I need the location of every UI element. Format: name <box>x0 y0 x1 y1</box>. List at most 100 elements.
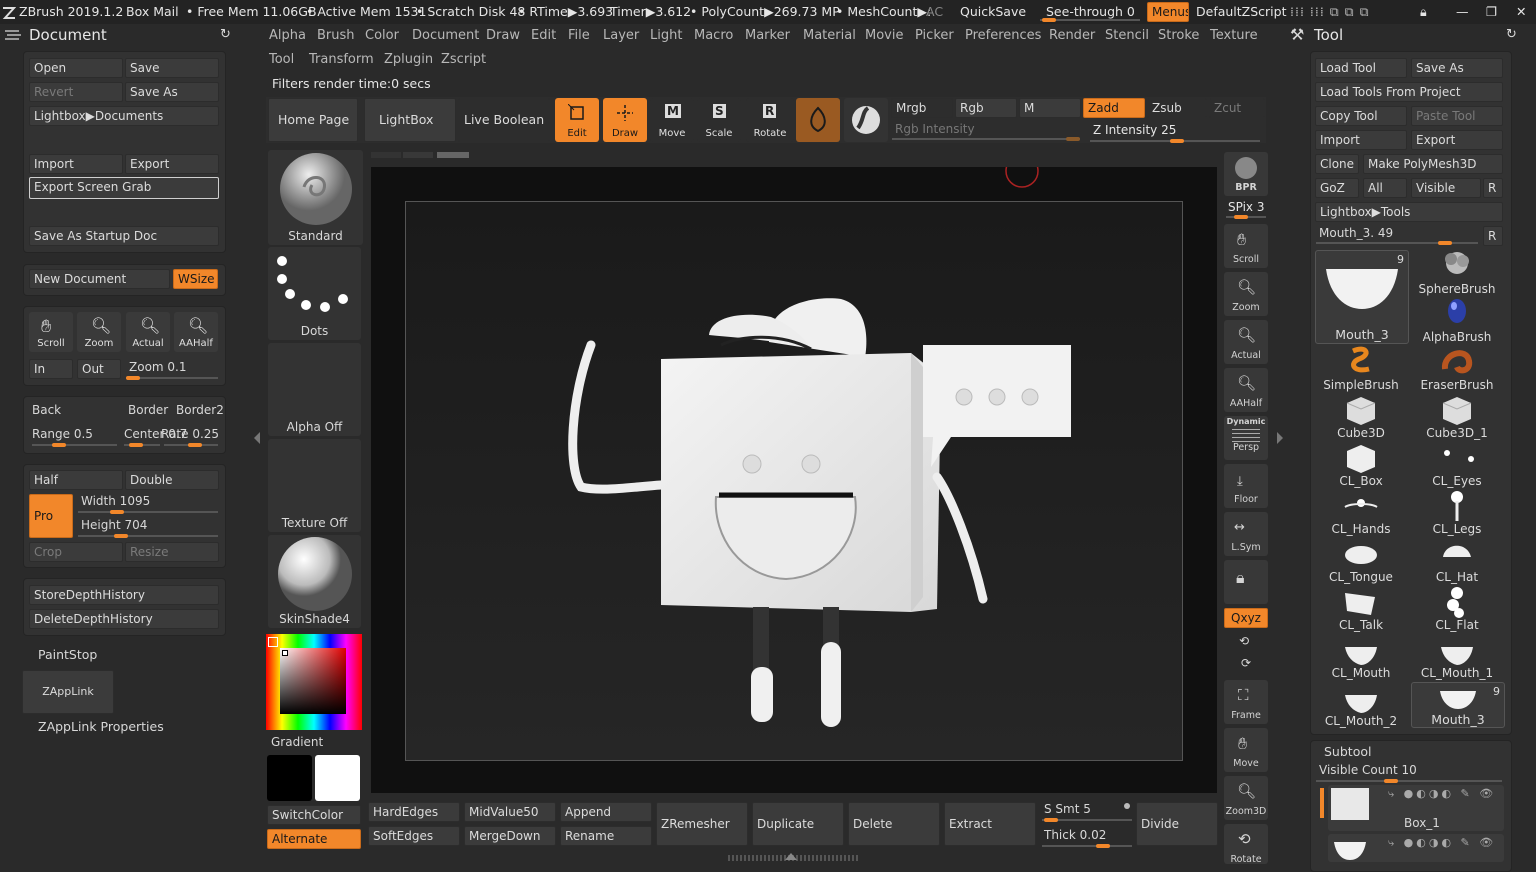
lightbox-tools-button[interactable]: Lightbox▶Tools <box>1315 202 1503 222</box>
width-knob[interactable] <box>110 510 124 514</box>
collapse-left-arrow[interactable] <box>254 432 260 444</box>
quicksave-button[interactable]: QuickSave <box>960 0 1026 24</box>
duplicate-button[interactable]: Duplicate <box>752 802 844 846</box>
lock-icon[interactable]: 🔒︎ <box>1420 0 1427 24</box>
zapplink-button[interactable]: ZAppLink <box>22 670 114 714</box>
frame-button[interactable]: ⛶ Frame <box>1224 680 1268 724</box>
doc-zoom-button[interactable]: 🔍︎ Zoom <box>77 312 121 352</box>
subtool-controls-icons-2[interactable]: ⤷ ●◐◑◐ ✎ 👁︎ <box>1388 836 1496 850</box>
delete-button[interactable]: Delete <box>848 802 940 846</box>
zoom-in-button[interactable]: In <box>29 359 73 379</box>
rename-button[interactable]: Rename <box>560 826 652 846</box>
viewport-tabs[interactable] <box>371 152 469 158</box>
edit-mode-button[interactable]: Edit <box>555 98 599 142</box>
paste-tool-button[interactable]: Paste Tool <box>1411 106 1503 126</box>
border-label[interactable]: Border <box>128 403 168 417</box>
see-through-knob[interactable] <box>1042 18 1056 22</box>
texture-off-button[interactable]: Texture Off <box>268 439 361 532</box>
scroll-view-button[interactable]: ✋︎ Scroll <box>1224 224 1268 268</box>
menu-texture[interactable]: Texture <box>1210 25 1258 47</box>
menu-zscript[interactable]: Zscript <box>441 49 486 71</box>
collapse-right-arrow[interactable] <box>1277 432 1283 444</box>
tool-thumb-eraserbrush[interactable]: EraserBrush <box>1411 346 1503 392</box>
store-depth-history-button[interactable]: StoreDepthHistory <box>29 585 219 605</box>
append-button[interactable]: Append <box>560 802 652 822</box>
default-zscript-button[interactable]: DefaultZScript <box>1196 0 1287 24</box>
minimize-icon[interactable]: — <box>1456 0 1469 24</box>
s-smt-slider[interactable]: S Smt 5 <box>1044 802 1091 816</box>
menu-picker[interactable]: Picker <box>915 25 954 47</box>
goz-all-button[interactable]: All <box>1363 178 1407 198</box>
menu-document[interactable]: Document <box>412 25 479 47</box>
rotate-mode-button[interactable]: R Rotate <box>746 98 794 142</box>
export-screen-grab-button[interactable]: Export Screen Grab <box>29 177 219 199</box>
range-slider[interactable]: Range 0.5 <box>32 427 93 441</box>
rotate-z-icon[interactable]: ⟳ <box>1241 656 1251 670</box>
actual-view-button[interactable]: 🔍︎ Actual <box>1224 320 1268 364</box>
goz-visible-button[interactable]: Visible <box>1411 178 1481 198</box>
zcut-button[interactable]: Zcut <box>1209 98 1265 118</box>
rgb-button[interactable]: Rgb <box>955 98 1017 118</box>
make-polymesh-button[interactable]: Make PolyMesh3D <box>1363 154 1503 174</box>
alternate-button[interactable]: Alternate <box>267 829 361 849</box>
visible-count-knob[interactable] <box>1384 779 1398 783</box>
zoom-out-button[interactable]: Out <box>77 359 121 379</box>
menu-preferences[interactable]: Preferences <box>965 25 1041 47</box>
back-label[interactable]: Back <box>32 403 61 417</box>
standard-brush-button[interactable]: Standard <box>268 150 363 245</box>
tool-selector-slider[interactable]: Mouth_3. 49 <box>1319 226 1393 240</box>
home-page-button[interactable]: Home Page <box>268 98 358 142</box>
menu-tool[interactable]: Tool <box>269 49 294 71</box>
color-marker[interactable] <box>282 650 288 656</box>
subtool-header[interactable]: Subtool <box>1324 744 1371 759</box>
alpha-off-button[interactable]: Alpha Off <box>268 343 361 436</box>
hue-marker[interactable] <box>268 637 278 647</box>
tool-thumb-spherebrush[interactable]: SphereBrush <box>1411 250 1503 296</box>
tool-thumb-cl-box[interactable]: CL_Box <box>1315 442 1407 488</box>
softedges-button[interactable]: SoftEdges <box>368 826 460 846</box>
zadd-button[interactable]: Zadd <box>1083 98 1145 118</box>
secondary-color-swatch[interactable] <box>267 755 312 801</box>
menu-macro[interactable]: Macro <box>694 25 733 47</box>
subtool-item-next[interactable]: ⤷ ●◐◑◐ ✎ 👁︎ <box>1328 834 1504 862</box>
menu-movie[interactable]: Movie <box>865 25 903 47</box>
border2-label[interactable]: Border2 <box>176 403 224 417</box>
divide-button[interactable]: Divide <box>1136 802 1218 846</box>
box-mail-link[interactable]: Box Mail <box>126 0 179 24</box>
z-intensity-slider[interactable]: Z Intensity 25 <box>1093 123 1176 137</box>
transp-lock-button[interactable]: 🔒︎ <box>1224 560 1268 604</box>
tool-thumb-mouth3[interactable]: 9 Mouth_3 <box>1411 682 1505 728</box>
bpr-button[interactable]: BPR <box>1224 152 1268 196</box>
tool-thumb-cl-talk[interactable]: CL_Talk <box>1315 586 1407 632</box>
center-knob[interactable] <box>129 443 143 447</box>
tool-thumb-cl-tongue[interactable]: CL_Tongue <box>1315 538 1407 584</box>
tool-thumb-alphabrush[interactable]: AlphaBrush <box>1411 298 1503 344</box>
revert-button[interactable]: Revert <box>29 82 123 102</box>
new-document-button[interactable]: New Document <box>29 269 170 289</box>
move-mode-button[interactable]: M Move <box>650 98 694 142</box>
hardedges-button[interactable]: HardEdges <box>368 802 460 822</box>
save-as-startup-button[interactable]: Save As Startup Doc <box>29 226 219 246</box>
height-slider[interactable]: Height 704 <box>81 518 147 532</box>
rgb-intensity-knob[interactable] <box>1066 137 1080 141</box>
menu-light[interactable]: Light <box>650 25 682 47</box>
lightbox-button[interactable]: LightBox <box>364 98 456 142</box>
rotate-y-icon[interactable]: ⟲ <box>1239 634 1249 648</box>
dots-stroke-button[interactable]: Dots <box>268 247 361 340</box>
thick-slider[interactable]: Thick 0.02 <box>1044 828 1106 842</box>
save-button[interactable]: Save <box>125 58 219 78</box>
zoom-slider-knob[interactable] <box>126 376 140 380</box>
s-smt-knob[interactable] <box>1044 818 1058 822</box>
doc-actual-button[interactable]: 🔍︎ Actual <box>126 312 170 352</box>
tool-thumb-cl-legs[interactable]: CL_Legs <box>1411 490 1503 536</box>
menu-stencil[interactable]: Stencil <box>1105 25 1149 47</box>
tool-panel-refresh-icon[interactable]: ↻ <box>1506 27 1517 42</box>
doc-scroll-button[interactable]: ✋︎ Scroll <box>29 312 73 352</box>
move-view-button[interactable]: ✋︎ Move <box>1224 728 1268 772</box>
panel-refresh-icon[interactable]: ↻ <box>220 27 231 42</box>
tool-thumb-cl-hat[interactable]: CL_Hat <box>1411 538 1503 584</box>
main-color-swatch[interactable] <box>315 755 360 801</box>
material-preview-button[interactable] <box>844 98 888 142</box>
tool-thumb-cl-mouth-2[interactable]: CL_Mouth_2 <box>1315 682 1407 728</box>
tool-export-button[interactable]: Export <box>1411 130 1503 150</box>
